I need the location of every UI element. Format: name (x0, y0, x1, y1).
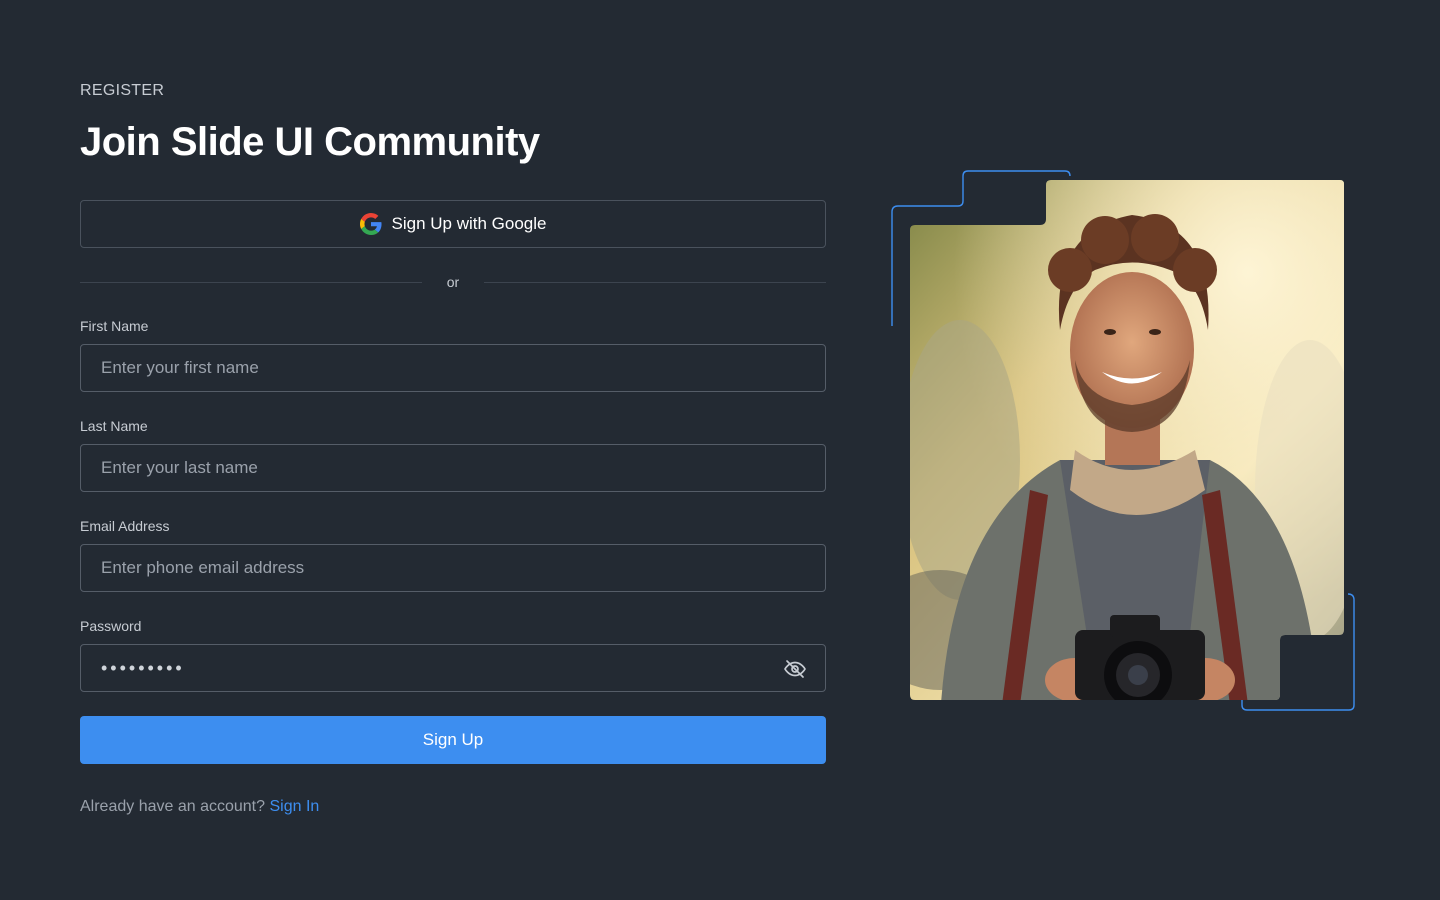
google-signup-label: Sign Up with Google (391, 214, 547, 233)
sign-up-button[interactable]: Sign Up (80, 716, 826, 764)
first-name-label: First Name (80, 318, 149, 334)
password-field-wrapper (80, 644, 826, 692)
google-signup-button[interactable]: Sign Up with Google (80, 200, 826, 248)
first-name-input[interactable] (81, 345, 825, 391)
divider-text: or (446, 274, 460, 290)
profile-photo (910, 180, 1344, 700)
first-name-field-wrapper (80, 344, 826, 392)
last-name-field-wrapper (80, 444, 826, 492)
last-name-label: Last Name (80, 418, 148, 434)
email-label: Email Address (80, 518, 170, 534)
divider-line-left (80, 281, 422, 283)
register-page: REGISTER Join Slide UI Community Sign Up… (0, 0, 1440, 900)
password-input[interactable] (81, 645, 825, 691)
last-name-input[interactable] (81, 445, 825, 491)
google-icon (359, 213, 382, 235)
divider-line-right (484, 281, 826, 283)
eye-off-icon[interactable] (783, 657, 807, 681)
sign-in-link[interactable]: Sign In (269, 798, 319, 815)
sign-in-prompt-text: Already have an account? (80, 798, 266, 815)
sign-in-prompt: Already have an account? Sign In (80, 798, 319, 816)
email-field-wrapper (80, 544, 826, 592)
eyebrow-label: REGISTER (80, 82, 165, 99)
hero-image-panel (880, 160, 1370, 720)
email-input[interactable] (81, 545, 825, 591)
or-divider: or (80, 270, 826, 294)
page-title: Join Slide UI Community (80, 120, 540, 164)
password-label: Password (80, 618, 142, 634)
